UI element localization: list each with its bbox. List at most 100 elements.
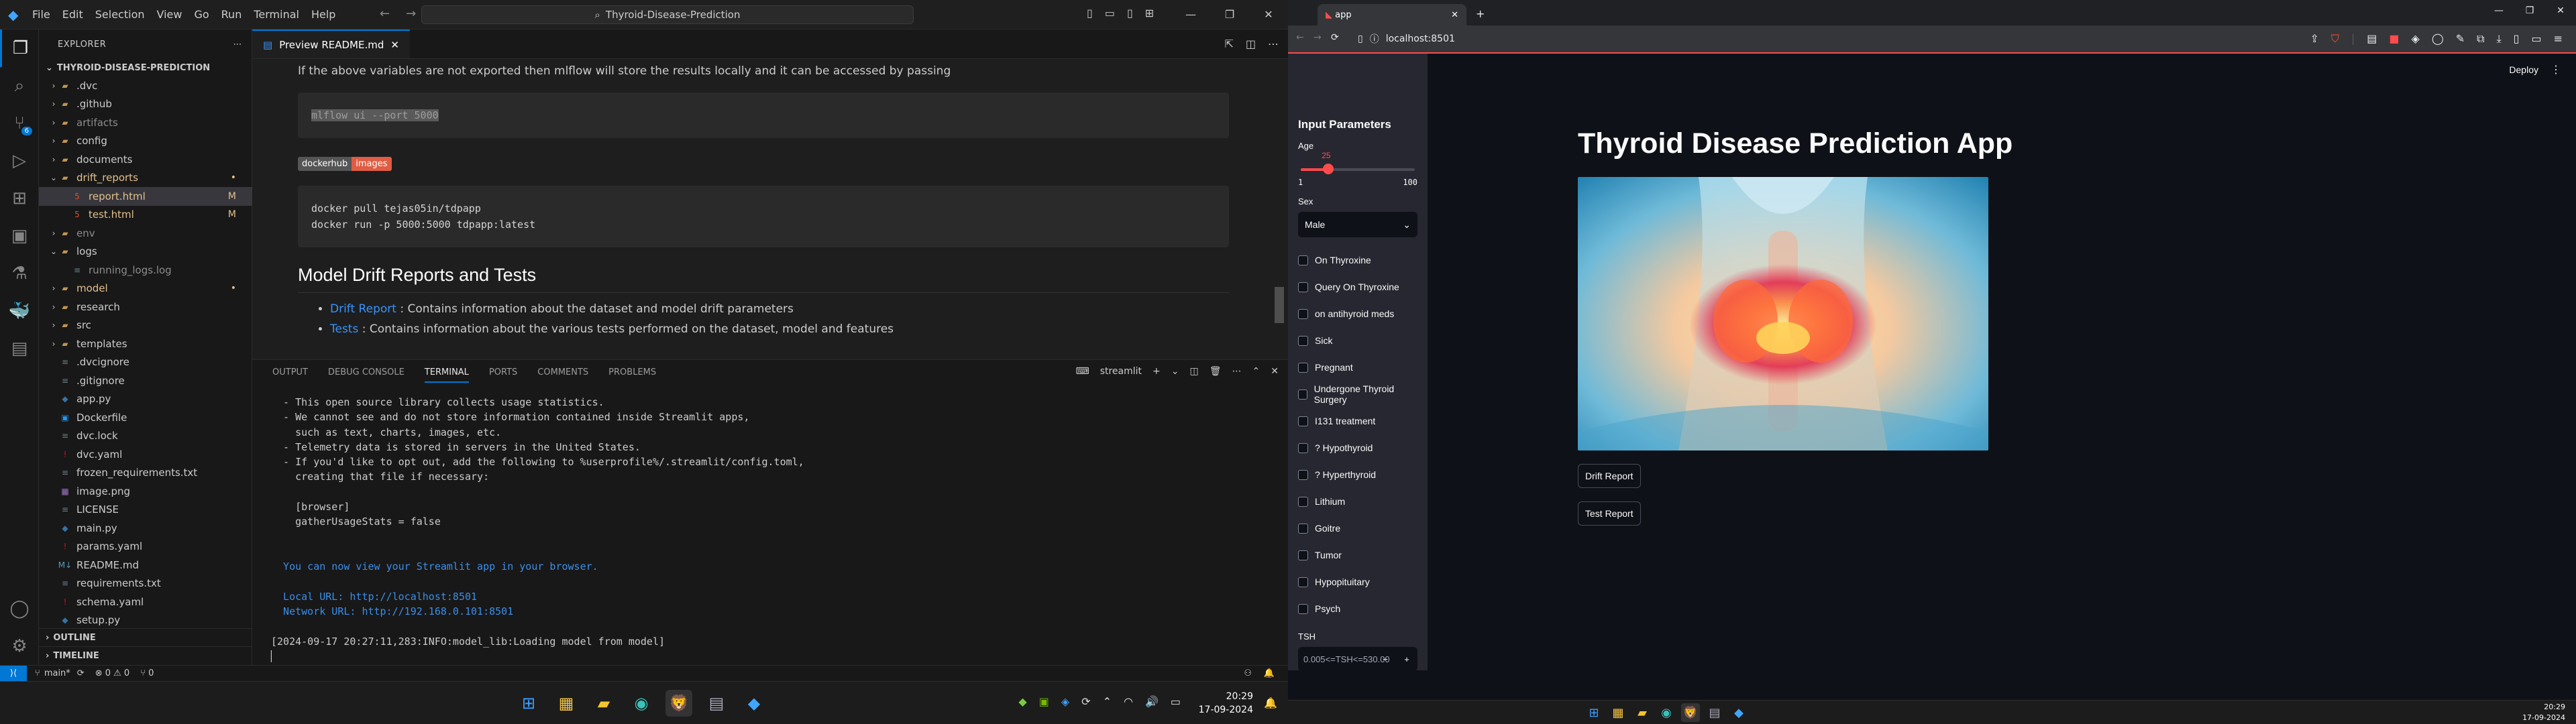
checkbox[interactable] (1298, 362, 1308, 373)
powershell-app-icon[interactable]: ▤ (1705, 703, 1724, 722)
checkbox-row[interactable]: Query On Thyroxine (1298, 274, 1417, 300)
customize-layout-icon[interactable]: ⊞ (1145, 7, 1154, 19)
back-arrow-icon[interactable]: ← (380, 7, 390, 21)
file-tree-item[interactable]: › ▰ templates (39, 335, 252, 353)
explorer-icon[interactable]: ❐ (0, 29, 39, 67)
tray-app-icon[interactable]: ◆ (1018, 695, 1026, 708)
extension-icon[interactable]: ■ (2389, 32, 2399, 46)
minimize-icon[interactable]: — (2483, 0, 2514, 21)
checkbox[interactable] (1298, 469, 1308, 480)
trash-icon[interactable]: 🗑 (1210, 366, 1222, 377)
vscode-app-icon[interactable]: ◆ (741, 690, 767, 717)
tab-debug-console[interactable]: DEBUG CONSOLE (328, 367, 405, 377)
terminal-output[interactable]: - This open source library collects usag… (271, 395, 1271, 664)
toggle-panel-icon[interactable]: ▭ (1105, 7, 1115, 19)
file-tree-item[interactable]: ≡ dvc.lock (39, 427, 252, 446)
menu-icon[interactable]: ≡ (2554, 32, 2563, 46)
file-explorer-icon[interactable]: ▰ (590, 690, 617, 717)
checkbox[interactable] (1298, 496, 1308, 507)
checkbox[interactable] (1298, 442, 1308, 453)
file-tree-item[interactable]: 5 test.html M (39, 206, 252, 225)
brave-browser-icon[interactable]: 🦁 (665, 690, 692, 717)
notifications-icon[interactable]: 🔔 (1264, 668, 1275, 678)
tray-app-icon[interactable]: ⟳ (1081, 695, 1090, 708)
checkbox-row[interactable]: Psych (1298, 595, 1417, 622)
settings-gear-icon[interactable]: ⚙ (0, 627, 39, 665)
checkbox-row[interactable]: ? Hypothyroid (1298, 434, 1417, 461)
file-tree-item[interactable]: › ▰ artifacts (39, 113, 252, 132)
defender-icon[interactable]: ◈ (1061, 695, 1069, 708)
extension-icon[interactable]: ◯ (2432, 32, 2444, 46)
file-tree-item[interactable]: ▣ Dockerfile (39, 408, 252, 427)
drift-report-button[interactable]: Drift Report (1578, 464, 1641, 488)
download-icon[interactable]: ⤓ (2497, 32, 2502, 46)
reader-icon[interactable]: ▤ (2367, 32, 2377, 46)
tests-link[interactable]: Tests (330, 322, 358, 336)
file-tree-item[interactable]: ! params.yaml (39, 538, 252, 556)
tab-comments[interactable]: COMMENTS (537, 367, 588, 377)
restore-icon[interactable]: ❐ (1210, 0, 1249, 29)
reload-icon[interactable]: ⟳ (1331, 32, 1339, 43)
file-tree-item[interactable]: › ▰ model • (39, 280, 252, 298)
vscode-app-icon[interactable]: ◆ (1729, 703, 1748, 722)
branch-name[interactable]: main* (44, 668, 70, 678)
file-tree-item[interactable]: ⌄ ▰ logs (39, 243, 252, 261)
file-tree-item[interactable]: ◆ setup.py (39, 611, 252, 630)
checkbox-row[interactable]: Lithium (1298, 488, 1417, 515)
age-slider[interactable]: 25 1 100 (1298, 151, 1417, 187)
timeline-section[interactable]: › TIMELINE (39, 646, 252, 664)
search-view-icon[interactable]: ⌕ (0, 67, 39, 105)
battery-icon[interactable]: ▭ (1171, 695, 1181, 708)
terminal-shell-label[interactable]: streamlit (1100, 366, 1142, 377)
editor-scrollbar[interactable] (1275, 287, 1284, 323)
tab-terminal[interactable]: TERMINAL (424, 367, 469, 383)
tab-ports[interactable]: PORTS (489, 367, 517, 377)
close-panel-icon[interactable]: ✕ (1271, 366, 1279, 377)
menu-selection[interactable]: Selection (95, 8, 145, 21)
file-tree-item[interactable]: ≡ running_logs.log (39, 261, 252, 280)
site-info-icon[interactable]: ⓘ (1370, 32, 1379, 46)
extension-icon[interactable]: ◈ (2412, 32, 2420, 46)
split-terminal-icon[interactable]: ◫ (1190, 366, 1199, 377)
file-tree-item[interactable]: ≡ requirements.txt (39, 575, 252, 593)
back-icon[interactable]: ← (1296, 32, 1304, 43)
checkbox[interactable] (1298, 523, 1308, 534)
ports-count[interactable]: ⑂ 0 (140, 668, 154, 678)
edge-browser-icon[interactable]: ◉ (628, 690, 655, 717)
tab-close-icon[interactable]: ✕ (390, 39, 399, 51)
checkbox[interactable] (1298, 416, 1308, 426)
edge-browser-icon[interactable]: ◉ (1657, 703, 1676, 722)
file-tree-item[interactable]: ≡ .gitignore (39, 371, 252, 390)
menu-go[interactable]: Go (194, 8, 209, 21)
file-tree-item[interactable]: › ▰ .github (39, 95, 252, 114)
remote-indicator-icon[interactable]: ⟩⟨ (0, 665, 27, 682)
checkbox-row[interactable]: Goitre (1298, 515, 1417, 542)
test-report-button[interactable]: Test Report (1578, 501, 1641, 526)
file-tree-item[interactable]: ≡ frozen_requirements.txt (39, 464, 252, 483)
file-tree-item[interactable]: ≡ .dvcignore (39, 353, 252, 372)
new-terminal-icon[interactable]: + (1152, 366, 1161, 377)
dockerhub-badge[interactable]: dockerhub images (298, 157, 1288, 171)
chat-icon[interactable]: ▤ (0, 330, 39, 367)
file-tree-item[interactable]: ◆ app.py (39, 390, 252, 409)
menu-view[interactable]: View (157, 8, 182, 21)
main-menu-icon[interactable]: ⋮ (2551, 63, 2561, 76)
tab-preview-readme[interactable]: ▤ Preview README.md ✕ (252, 29, 410, 58)
file-tree-item[interactable]: ▦ image.png (39, 482, 252, 501)
file-tree-item[interactable]: › ▰ .dvc (39, 76, 252, 95)
file-tree-item[interactable]: ! dvc.yaml (39, 445, 252, 464)
sex-select[interactable]: Male ⌄ (1298, 212, 1417, 237)
file-tree-item[interactable]: M↓ README.md (39, 556, 252, 575)
checkbox-row[interactable]: Sick (1298, 327, 1417, 354)
file-tree-item[interactable]: › ▰ env (39, 224, 252, 243)
file-tree-item[interactable]: ◆ main.py (39, 519, 252, 538)
powershell-app-icon[interactable]: ▤ (703, 690, 730, 717)
bookmark-icon[interactable]: ▯ (1358, 34, 1363, 44)
checkbox[interactable] (1298, 308, 1308, 319)
checkbox[interactable] (1298, 255, 1308, 265)
checkbox[interactable] (1298, 550, 1308, 560)
remote-explorer-icon[interactable]: ▣ (0, 217, 39, 255)
toggle-sidebar-icon[interactable]: ▯ (1087, 7, 1093, 19)
brave-browser-icon[interactable]: 🦁 (1681, 703, 1700, 722)
close-icon[interactable]: ✕ (2545, 0, 2576, 21)
